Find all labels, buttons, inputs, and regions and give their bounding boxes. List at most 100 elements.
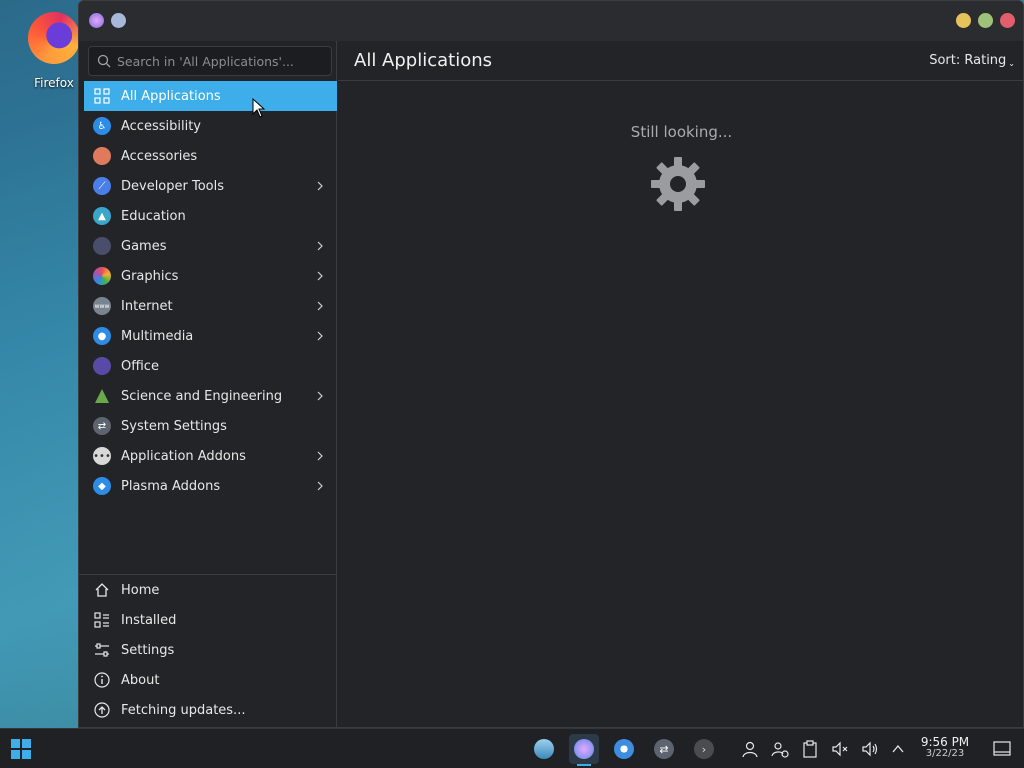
tray-clipboard[interactable]: [796, 735, 824, 763]
sidebar-item-label: Plasma Addons: [121, 478, 221, 494]
sidebar-item-internet[interactable]: www Internet: [84, 291, 337, 321]
windows-start-icon: [11, 739, 31, 759]
nav-label: Fetching updates...: [121, 702, 246, 718]
sidebar-item-label: Science and Engineering: [121, 388, 283, 404]
nav-label: About: [121, 672, 160, 688]
info-icon: [93, 671, 111, 689]
tray-user-switch[interactable]: [766, 735, 794, 763]
sidebar-item-label: Developer Tools: [121, 178, 225, 194]
clock-time: 9:56 PM: [920, 735, 970, 749]
clipboard-icon: [803, 740, 817, 758]
installed-icon: [93, 611, 111, 629]
education-icon: ▲: [93, 207, 111, 225]
taskbar-app-terminal[interactable]: ›: [689, 734, 719, 764]
sidebar-item-multimedia[interactable]: ● Multimedia: [84, 321, 337, 351]
chevron-right-icon: [317, 451, 323, 461]
transfer-icon: ⇄: [654, 739, 674, 759]
nav-label: Installed: [121, 612, 177, 628]
gear-spinner-icon: [651, 157, 705, 211]
sidebar-item-office[interactable]: Office: [84, 351, 337, 381]
discover-window: All Applications ♿ Accessibility Accesso…: [78, 0, 1024, 728]
sidebar-item-label: Multimedia: [121, 328, 194, 344]
sidebar: All Applications ♿ Accessibility Accesso…: [79, 41, 337, 727]
graphics-icon: [93, 267, 111, 285]
nav-home[interactable]: Home: [84, 575, 337, 605]
taskbar-app-discover[interactable]: [569, 734, 599, 766]
minimize-button[interactable]: [956, 13, 971, 28]
chevron-right-icon: [317, 481, 323, 491]
taskbar-app-switcher[interactable]: ⇄: [649, 734, 679, 764]
chevron-down-icon: ⌄: [1008, 59, 1015, 68]
sidebar-item-accessibility[interactable]: ♿ Accessibility: [84, 111, 337, 141]
settings-sliders-icon: [93, 641, 111, 659]
office-icon: [93, 357, 111, 375]
loading-text: Still looking...: [630, 123, 733, 141]
sidebar-item-plasma-addons[interactable]: ◆ Plasma Addons: [84, 471, 337, 501]
tray-user[interactable]: [736, 735, 764, 763]
sidebar-item-label: Education: [121, 208, 186, 224]
nav-label: Home: [121, 582, 160, 598]
chevron-right-icon: [317, 181, 323, 191]
nav-about[interactable]: About: [84, 665, 337, 695]
search-icon: [97, 54, 111, 68]
start-menu-button[interactable]: [6, 734, 36, 764]
tray-expander[interactable]: [884, 735, 912, 763]
addons-icon: •••: [93, 447, 111, 465]
firefox-icon: [28, 12, 80, 64]
file-manager-icon: [534, 739, 554, 759]
sidebar-item-science-and-engineering[interactable]: Science and Engineering: [84, 381, 337, 411]
sidebar-item-developer-tools[interactable]: ⟋ Developer Tools: [84, 171, 337, 201]
main-content: All Applications Sort: Rating ⌄ Still loo…: [338, 41, 1023, 727]
home-icon: [93, 581, 111, 599]
user-switch-icon: [771, 742, 789, 758]
show-desktop-button[interactable]: [988, 735, 1016, 763]
sidebar-item-system-settings[interactable]: ⇄ System Settings: [84, 411, 337, 441]
accessories-icon: [93, 147, 111, 165]
chevron-right-icon: [317, 331, 323, 341]
sidebar-item-accessories[interactable]: Accessories: [84, 141, 337, 171]
terminal-icon: ›: [694, 739, 714, 759]
user-icon: [742, 741, 758, 758]
sidebar-item-label: Accessibility: [121, 118, 201, 134]
tray-volume[interactable]: [856, 735, 884, 763]
update-icon: [93, 701, 111, 719]
clock[interactable]: 9:56 PM 3/22/23: [915, 735, 975, 759]
system-settings-icon: ⇄: [93, 417, 111, 435]
category-list: All Applications ♿ Accessibility Accesso…: [84, 81, 337, 501]
tray-audio-muted[interactable]: [826, 735, 854, 763]
accessibility-icon: ♿: [93, 117, 111, 135]
sort-dropdown[interactable]: Sort: Rating ⌄: [929, 53, 1015, 68]
sidebar-item-label: Accessories: [121, 148, 198, 164]
taskbar-app-file-manager[interactable]: [529, 734, 559, 764]
titlebar: [79, 1, 1023, 41]
taskbar-app-settings[interactable]: [609, 734, 639, 764]
grid-icon: [93, 87, 111, 105]
content-header: All Applications Sort: Rating ⌄: [338, 41, 1023, 81]
chevron-right-icon: [317, 391, 323, 401]
keep-above-icon[interactable]: [111, 13, 126, 28]
internet-icon: www: [93, 297, 111, 315]
nav-installed[interactable]: Installed: [84, 605, 337, 635]
search-input[interactable]: [117, 53, 317, 69]
chevron-up-icon: [892, 744, 904, 753]
sidebar-item-label: Office: [121, 358, 159, 374]
sidebar-item-label: All Applications: [121, 88, 221, 104]
sidebar-item-application-addons[interactable]: ••• Application Addons: [84, 441, 337, 471]
system-settings-gear-icon: [614, 739, 634, 759]
nav-settings[interactable]: Settings: [84, 635, 337, 665]
sidebar-item-graphics[interactable]: Graphics: [84, 261, 337, 291]
close-button[interactable]: [1000, 13, 1015, 28]
sidebar-item-education[interactable]: ▲ Education: [84, 201, 337, 231]
search-field[interactable]: [88, 46, 332, 76]
app-menu-icon[interactable]: [89, 13, 104, 28]
sidebar-item-games[interactable]: Games: [84, 231, 337, 261]
developer-tools-icon: ⟋: [93, 177, 111, 195]
sidebar-item-all-applications[interactable]: All Applications: [84, 81, 337, 111]
sidebar-item-label: Application Addons: [121, 448, 246, 464]
nav-updates[interactable]: Fetching updates...: [84, 695, 337, 725]
page-title: All Applications: [354, 50, 492, 71]
maximize-button[interactable]: [978, 13, 993, 28]
chevron-right-icon: [317, 271, 323, 281]
multimedia-icon: ●: [93, 327, 111, 345]
mouse-cursor-icon: [252, 98, 266, 118]
